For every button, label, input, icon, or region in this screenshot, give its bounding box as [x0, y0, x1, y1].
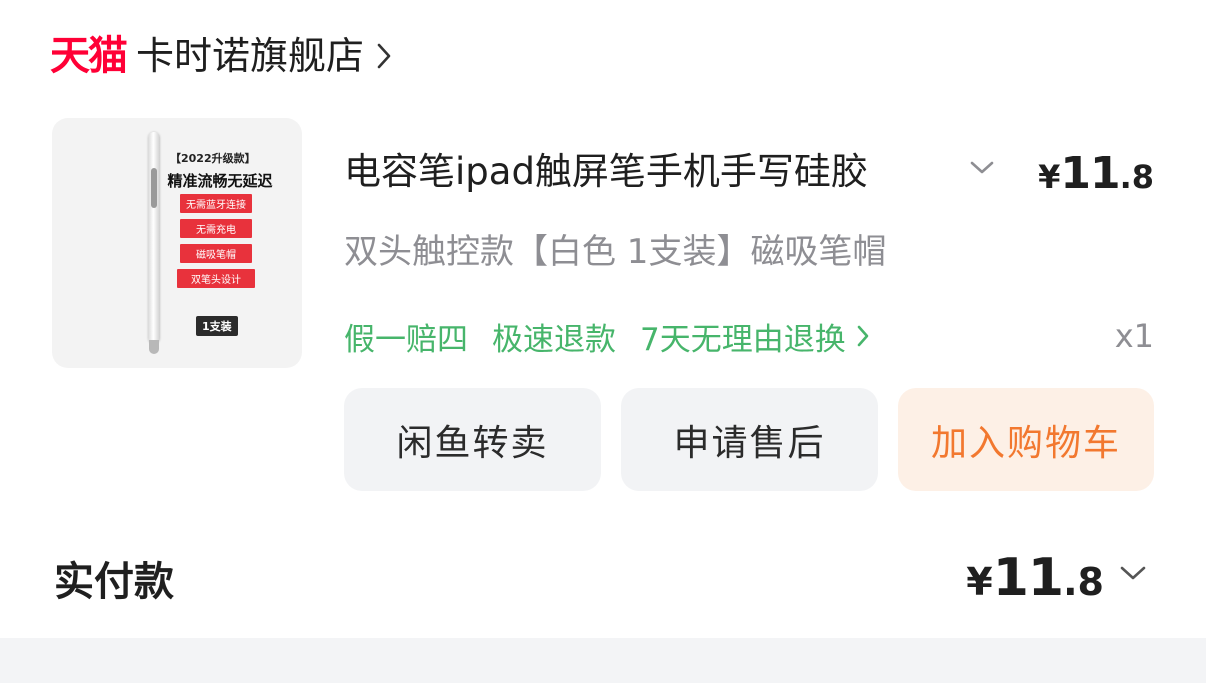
image-tag: 双笔头设计: [177, 269, 255, 288]
image-tag: 无需充电: [180, 219, 252, 238]
service-guarantees[interactable]: 假一赔四 极速退款 7天无理由退换: [344, 312, 894, 360]
service-item: 假一赔四: [344, 321, 468, 358]
add-to-cart-button[interactable]: 加入购物车: [898, 388, 1154, 491]
price-decimal: .8: [1119, 158, 1154, 196]
image-pack-badge: 1支装: [196, 316, 238, 336]
resell-button[interactable]: 闲鱼转卖: [344, 388, 601, 491]
store-name[interactable]: 卡时诺旗舰店: [136, 37, 364, 75]
image-tag-list: 无需蓝牙连接 无需充电 磁吸笔帽 双笔头设计: [176, 194, 256, 294]
chevron-down-icon[interactable]: [1118, 562, 1148, 588]
stylus-pen-graphic: [148, 132, 160, 344]
image-tag: 磁吸笔帽: [180, 244, 252, 263]
payment-amount: ¥ 11 .8: [966, 548, 1104, 610]
price-currency: ¥: [1038, 158, 1061, 196]
service-item: 极速退款: [492, 321, 616, 358]
payment-currency: ¥: [966, 560, 993, 604]
product-spec: 双头触控款【白色 1支装】磁吸笔帽: [344, 232, 887, 272]
payment-decimal: .8: [1063, 560, 1104, 604]
service-item: 7天无理由退换: [640, 321, 846, 358]
product-price: ¥ 11 .8: [1038, 148, 1154, 200]
store-header[interactable]: 天猫 卡时诺旗舰店: [50, 28, 392, 84]
chevron-right-icon[interactable]: [376, 42, 392, 70]
price-integer: 11: [1060, 148, 1120, 199]
payment-label: 实付款: [54, 559, 174, 605]
product-title[interactable]: 电容笔ipad触屏笔手机手写硅胶: [344, 146, 950, 198]
chevron-down-icon[interactable]: [968, 158, 996, 182]
image-badge-top: 【2022升级款】: [170, 152, 256, 165]
image-headline: 精准流畅无延迟: [167, 172, 273, 190]
image-tag: 无需蓝牙连接: [180, 194, 252, 213]
payment-integer: 11: [992, 548, 1064, 608]
chevron-right-icon[interactable]: [856, 324, 870, 348]
aftersale-button[interactable]: 申请售后: [621, 388, 878, 491]
product-image[interactable]: 【2022升级款】 精准流畅无延迟 无需蓝牙连接 无需充电 磁吸笔帽 双笔头设计…: [52, 118, 302, 368]
stylus-tip-graphic: [149, 340, 159, 354]
tmall-logo: 天猫: [50, 33, 128, 79]
quantity: x1: [1114, 317, 1154, 355]
section-divider: [0, 638, 1206, 683]
